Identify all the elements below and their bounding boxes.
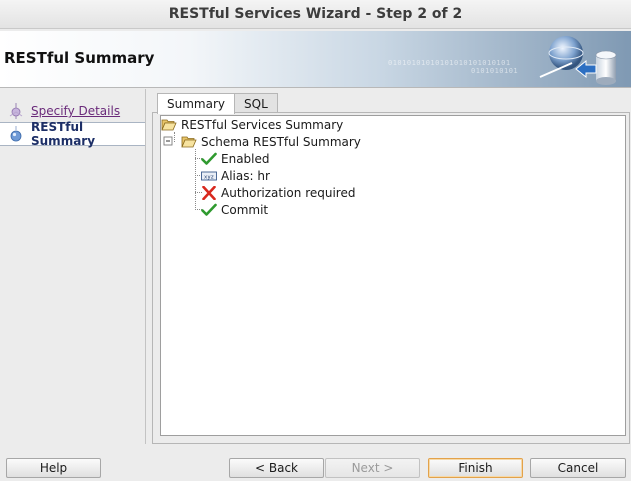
tree-node-label: Enabled bbox=[221, 151, 270, 166]
collapse-toggle-icon[interactable] bbox=[163, 136, 174, 147]
step-current-icon bbox=[10, 126, 22, 142]
window-titlebar: RESTful Services Wizard - Step 2 of 2 bbox=[0, 0, 631, 29]
summary-tabs: Summary SQL bbox=[157, 93, 278, 114]
folder-open-icon bbox=[161, 119, 177, 130]
tree-node-enabled[interactable]: Enabled bbox=[201, 150, 270, 167]
next-button[interactable]: Next > bbox=[325, 458, 420, 478]
x-mark-icon bbox=[202, 185, 216, 200]
summary-tab-panel: RESTful Services Summary Schema RESTful … bbox=[152, 112, 630, 444]
tree-node-alias[interactable]: xyz Alias: hr bbox=[201, 167, 270, 184]
tree-node-label: Authorization required bbox=[221, 185, 356, 200]
nav-step-label: Specify Details bbox=[31, 104, 121, 118]
nav-step-label: RESTful Summary bbox=[31, 120, 96, 148]
tab-summary[interactable]: Summary bbox=[157, 93, 235, 114]
tree-node-label: Alias: hr bbox=[221, 168, 270, 183]
wizard-step-nav: Specify Details RESTful Summary bbox=[0, 89, 146, 444]
tree-node-authorization[interactable]: Authorization required bbox=[201, 184, 355, 201]
banner-binary-decoration: 01010101010101010101010101 0101010101 bbox=[388, 59, 519, 75]
tree-node-label: Commit bbox=[221, 202, 269, 217]
help-button[interactable]: Help bbox=[6, 458, 101, 478]
tree-node-root[interactable]: RESTful Services Summary bbox=[161, 116, 343, 133]
checkmark-icon bbox=[201, 152, 217, 165]
cancel-button[interactable]: Cancel bbox=[530, 458, 626, 478]
svg-text:xyz: xyz bbox=[204, 174, 214, 180]
nav-step-specify-details[interactable]: Specify Details bbox=[0, 100, 145, 122]
back-button[interactable]: < Back bbox=[229, 458, 324, 478]
tree-node-commit[interactable]: Commit bbox=[201, 201, 268, 218]
checkmark-icon bbox=[201, 203, 217, 216]
summary-tree[interactable]: RESTful Services Summary Schema RESTful … bbox=[160, 115, 626, 436]
nav-step-restful-summary[interactable]: RESTful Summary bbox=[0, 120, 145, 148]
text-field-icon: xyz bbox=[201, 171, 217, 180]
folder-open-icon bbox=[181, 136, 197, 147]
finish-button[interactable]: Finish bbox=[428, 458, 523, 478]
tab-sql[interactable]: SQL bbox=[234, 93, 278, 113]
wizard-header-banner: RESTful Summary 010101010101010101010101… bbox=[0, 31, 631, 88]
tree-node-schema[interactable]: Schema RESTful Summary bbox=[163, 133, 361, 150]
step-done-icon bbox=[9, 103, 23, 119]
tree-node-label: Schema RESTful Summary bbox=[201, 134, 361, 149]
page-title: RESTful Summary bbox=[4, 49, 155, 67]
window-title: RESTful Services Wizard - Step 2 of 2 bbox=[168, 6, 463, 22]
rest-services-logo-icon bbox=[539, 36, 617, 85]
tree-node-label: RESTful Services Summary bbox=[181, 117, 344, 132]
